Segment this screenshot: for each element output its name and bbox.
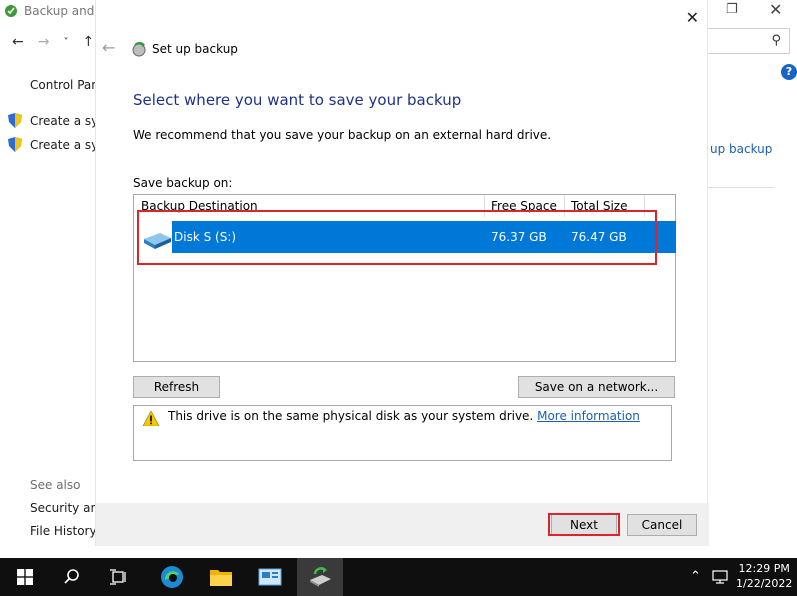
bg-window-title-text: Backup and F (24, 4, 106, 18)
destination-free-space: 76.37 GB (491, 230, 547, 244)
control-panel-link[interactable]: Control Pan (30, 78, 99, 92)
column-header-destination[interactable]: Backup Destination (141, 199, 258, 213)
column-separator (644, 195, 645, 217)
cancel-button[interactable]: Cancel (627, 514, 697, 536)
edge-browser-button[interactable] (149, 558, 195, 596)
save-backup-on-label: Save backup on: (133, 176, 233, 190)
clock-time: 12:29 PM (738, 562, 790, 575)
bg-search-box[interactable]: ⚲ (708, 28, 790, 54)
recommendation-text: We recommend that you save your backup o… (133, 128, 552, 142)
chevron-down-icon[interactable]: ˅ (63, 37, 68, 50)
shield-icon (8, 113, 22, 128)
next-highlight-annotation (548, 513, 620, 536)
create-system-repair-link[interactable]: Create a sys (30, 138, 104, 152)
column-header-free-space[interactable]: Free Space (491, 199, 557, 213)
server-manager-button[interactable] (247, 558, 293, 596)
file-explorer-button[interactable] (198, 558, 244, 596)
search-taskbar-button[interactable] (49, 558, 95, 596)
more-information-link[interactable]: More information (537, 409, 640, 423)
warning-icon (143, 411, 159, 426)
hard-drive-icon (144, 233, 171, 249)
column-header-total-size[interactable]: Total Size (571, 199, 627, 213)
windows-logo-icon (17, 569, 33, 585)
restore-window-icon[interactable]: ❐ (726, 2, 738, 17)
forward-arrow-icon[interactable]: → (38, 34, 50, 50)
back-arrow-icon[interactable]: ← (102, 38, 115, 57)
backup-icon (132, 42, 146, 57)
chevron-up-icon[interactable]: ⌃ (690, 569, 701, 584)
set-up-backup-link[interactable]: up backup (710, 142, 772, 156)
server-manager-icon (258, 568, 282, 586)
bg-nav-bar: ← → ˅ ↑ (12, 34, 94, 50)
task-view-button[interactable] (96, 558, 142, 596)
backup-icon (310, 567, 331, 587)
search-icon: ⚲ (771, 33, 781, 48)
network-icon[interactable] (712, 570, 728, 584)
backup-taskbar-button[interactable] (297, 558, 343, 596)
column-separator (484, 195, 485, 217)
bg-close-icon[interactable]: ✕ (769, 0, 782, 19)
task-view-icon (110, 569, 126, 585)
refresh-button[interactable]: Refresh (133, 376, 220, 398)
up-arrow-icon[interactable]: ↑ (82, 34, 94, 50)
table-row[interactable]: Disk S (S:) 76.37 GB 76.47 GB (172, 221, 676, 253)
backup-app-icon (5, 5, 17, 17)
page-heading: Select where you want to save your backu… (133, 91, 462, 109)
dialog-title: Set up backup (152, 42, 238, 56)
file-history-link[interactable]: File History (30, 524, 97, 538)
warning-text: This drive is on the same physical disk … (168, 409, 640, 423)
warning-message: This drive is on the same physical disk … (168, 409, 534, 423)
back-arrow-icon[interactable]: ← (12, 34, 24, 50)
edge-icon (161, 566, 183, 588)
help-icon[interactable]: ? (781, 64, 797, 80)
warning-panel: This drive is on the same physical disk … (133, 405, 672, 461)
save-on-network-button[interactable]: Save on a network... (518, 376, 675, 398)
create-system-image-link[interactable]: Create a sys (30, 114, 104, 128)
destination-name: Disk S (S:) (174, 230, 237, 244)
taskbar: ⌃ 12:29 PM 1/22/2022 (0, 558, 797, 596)
clock-date: 1/22/2022 (736, 577, 793, 590)
shield-icon (8, 137, 22, 152)
bg-window-title: Backup and F (4, 2, 105, 20)
close-icon[interactable]: ✕ (686, 8, 699, 27)
column-separator (564, 195, 565, 217)
backup-destination-list[interactable]: Backup Destination Free Space Total Size… (133, 194, 676, 362)
folder-icon (210, 570, 232, 586)
destination-total-size: 76.47 GB (571, 230, 627, 244)
see-also-heading: See also (30, 478, 81, 492)
divider (708, 187, 774, 188)
set-up-backup-dialog: ✕ ← Set up backup Select where you want … (95, 0, 709, 546)
search-icon (64, 569, 79, 584)
start-button[interactable] (2, 558, 48, 596)
taskbar-clock[interactable]: 12:29 PM 1/22/2022 (736, 561, 792, 591)
